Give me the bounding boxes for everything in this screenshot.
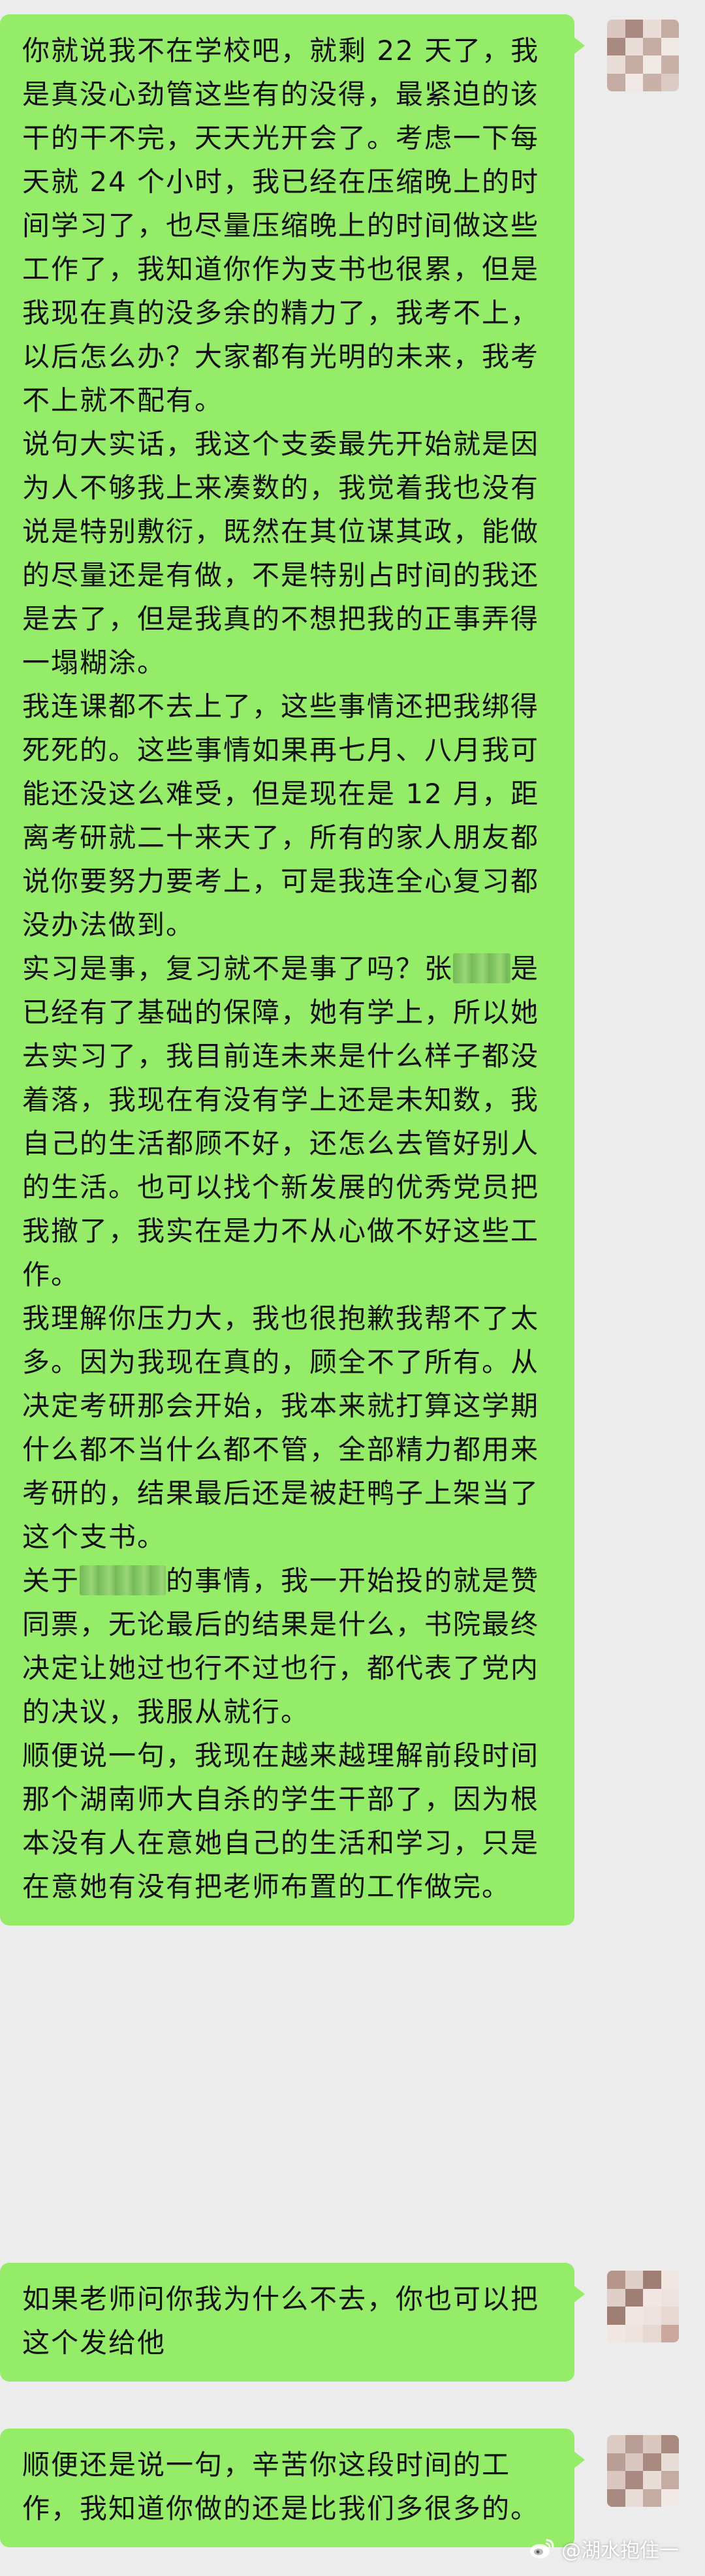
redacted-name xyxy=(80,1565,166,1595)
avatar-pixel xyxy=(661,2471,679,2489)
weibo-logo-icon xyxy=(530,2539,554,2558)
message-text: 是已经有了基础的保障，她有学上，所以她去实习了，我目前连未来是什么样子都没着落，… xyxy=(22,953,540,1291)
avatar-pixel xyxy=(607,2471,625,2489)
avatar-pixel xyxy=(625,2471,643,2489)
outgoing-message-2[interactable]: 如果老师问你我为什么不去，你也可以把这个发给他 xyxy=(0,2263,666,2382)
avatar-pixel xyxy=(661,2435,679,2453)
message-paragraph: 顺便说一句，我现在越来越理解前段时间那个湖南师大自杀的学生干部了，因为根本没有人… xyxy=(22,1734,555,1909)
avatar-pixel xyxy=(607,20,625,38)
avatar-pixel xyxy=(643,20,661,38)
avatar-pixel xyxy=(661,2307,679,2325)
avatar-pixel xyxy=(607,37,625,55)
outgoing-message-1[interactable]: 你就说我不在学校吧，就剩 22 天了，我是真没心劲管这些有的没得，最紧迫的该干的… xyxy=(0,14,666,1925)
message-text: 说句大实话，我这个支委最先开始就是因为人不够我上来凑数的，我觉着我也没有说是特别… xyxy=(22,428,540,679)
outgoing-message-3[interactable]: 顺便还是说一句，辛苦你这段时间的工作，我知道你做的还是比我们多很多的。 xyxy=(0,2429,666,2547)
avatar-pixel xyxy=(625,2324,643,2342)
avatar-pixel xyxy=(643,55,661,74)
message-bubble[interactable]: 如果老师问你我为什么不去，你也可以把这个发给他 xyxy=(0,2263,585,2382)
message-bubble[interactable]: 顺便还是说一句，辛苦你这段时间的工作，我知道你做的还是比我们多很多的。 xyxy=(0,2429,585,2547)
avatar-pixel xyxy=(625,37,643,55)
avatar-pixel xyxy=(643,2324,661,2342)
avatar-pixel xyxy=(625,2435,643,2453)
message-text: 顺便还是说一句，辛苦你这段时间的工作，我知道你做的还是比我们多很多的。 xyxy=(22,2449,540,2524)
message-text: 你就说我不在学校吧，就剩 22 天了，我是真没心劲管这些有的没得，最紧迫的该干的… xyxy=(22,35,540,416)
avatar-pixel xyxy=(643,2453,661,2471)
avatar-pixel xyxy=(643,2435,661,2453)
avatar-pixel xyxy=(607,2324,625,2342)
avatar-pixel xyxy=(643,73,661,91)
avatar-pixel xyxy=(643,2471,661,2489)
user-avatar[interactable] xyxy=(607,20,679,91)
avatar-pixel xyxy=(625,2271,643,2289)
avatar-pixel xyxy=(625,2307,643,2325)
watermark-text: @湖水抱住一 xyxy=(561,2539,679,2562)
avatar-pixel xyxy=(625,2489,643,2507)
message-paragraph: 实习是事，复习就不是事了吗？张 是已经有了基础的保障，她有学上，所以她去实习了，我… xyxy=(22,947,555,1296)
message-text: 如果老师问你我为什么不去，你也可以把这个发给他 xyxy=(22,2283,540,2359)
avatar-pixel xyxy=(661,2453,679,2471)
avatar-pixel xyxy=(607,2489,625,2507)
message-text: 实习是事，复习就不是事了吗？张 xyxy=(22,953,454,985)
avatar-pixel xyxy=(643,2288,661,2307)
avatar-pixel xyxy=(661,2324,679,2342)
avatar-pixel xyxy=(643,2271,661,2289)
weibo-watermark: @湖水抱住一 xyxy=(529,2534,679,2563)
avatar-pixel xyxy=(607,73,625,91)
message-paragraph: 关于 的事情，我一开始投的就是赞同票，无论最后的结果是什么，书院最终决定让她过也行… xyxy=(22,1559,555,1734)
avatar-pixel xyxy=(607,2307,625,2325)
avatar-pixel xyxy=(607,2271,625,2289)
avatar-pixel xyxy=(643,37,661,55)
avatar-pixel xyxy=(661,2288,679,2307)
message-bubble[interactable]: 你就说我不在学校吧，就剩 22 天了，我是真没心劲管这些有的没得，最紧迫的该干的… xyxy=(0,14,585,1925)
avatar-pixel xyxy=(643,2489,661,2507)
message-text: 关于 xyxy=(22,1565,80,1597)
user-avatar[interactable] xyxy=(607,2435,679,2507)
message-paragraph: 说句大实话，我这个支委最先开始就是因为人不够我上来凑数的，我觉着我也没有说是特别… xyxy=(22,422,555,684)
message-text: 我理解你压力大，我也很抱歉我帮不了太多。因为我现在真的，顾全不了所有。从决定考研… xyxy=(22,1302,540,1553)
avatar-pixel xyxy=(607,2435,625,2453)
message-text: 顺便说一句，我现在越来越理解前段时间那个湖南师大自杀的学生干部了，因为根本没有人… xyxy=(22,1740,540,1903)
user-avatar[interactable] xyxy=(607,2271,679,2342)
avatar-pixel xyxy=(661,2489,679,2507)
message-paragraph: 你就说我不在学校吧，就剩 22 天了，我是真没心劲管这些有的没得，最紧迫的该干的… xyxy=(22,29,555,422)
message-text: 我连课都不去上了，这些事情还把我绑得死死的。这些事情如果再七月、八月我可能还没这… xyxy=(22,690,540,941)
avatar-pixel xyxy=(661,37,679,55)
avatar-pixel xyxy=(661,55,679,74)
redacted-name xyxy=(453,953,511,983)
avatar-pixel xyxy=(643,2307,661,2325)
avatar-pixel xyxy=(607,2288,625,2307)
avatar-pixel xyxy=(625,2288,643,2307)
avatar-pixel xyxy=(607,55,625,74)
message-paragraph: 如果老师问你我为什么不去，你也可以把这个发给他 xyxy=(22,2277,555,2365)
message-paragraph: 我理解你压力大，我也很抱歉我帮不了太多。因为我现在真的，顾全不了所有。从决定考研… xyxy=(22,1296,555,1559)
message-paragraph: 我连课都不去上了，这些事情还把我绑得死死的。这些事情如果再七月、八月我可能还没这… xyxy=(22,684,555,947)
chat-area: 你就说我不在学校吧，就剩 22 天了，我是真没心劲管这些有的没得，最紧迫的该干的… xyxy=(0,0,705,2576)
avatar-pixel xyxy=(661,2271,679,2289)
avatar-pixel xyxy=(625,73,643,91)
avatar-pixel xyxy=(625,20,643,38)
avatar-pixel xyxy=(625,2453,643,2471)
avatar-pixel xyxy=(661,73,679,91)
avatar-pixel xyxy=(661,20,679,38)
message-paragraph: 顺便还是说一句，辛苦你这段时间的工作，我知道你做的还是比我们多很多的。 xyxy=(22,2443,555,2530)
avatar-pixel xyxy=(607,2453,625,2471)
avatar-pixel xyxy=(625,55,643,74)
